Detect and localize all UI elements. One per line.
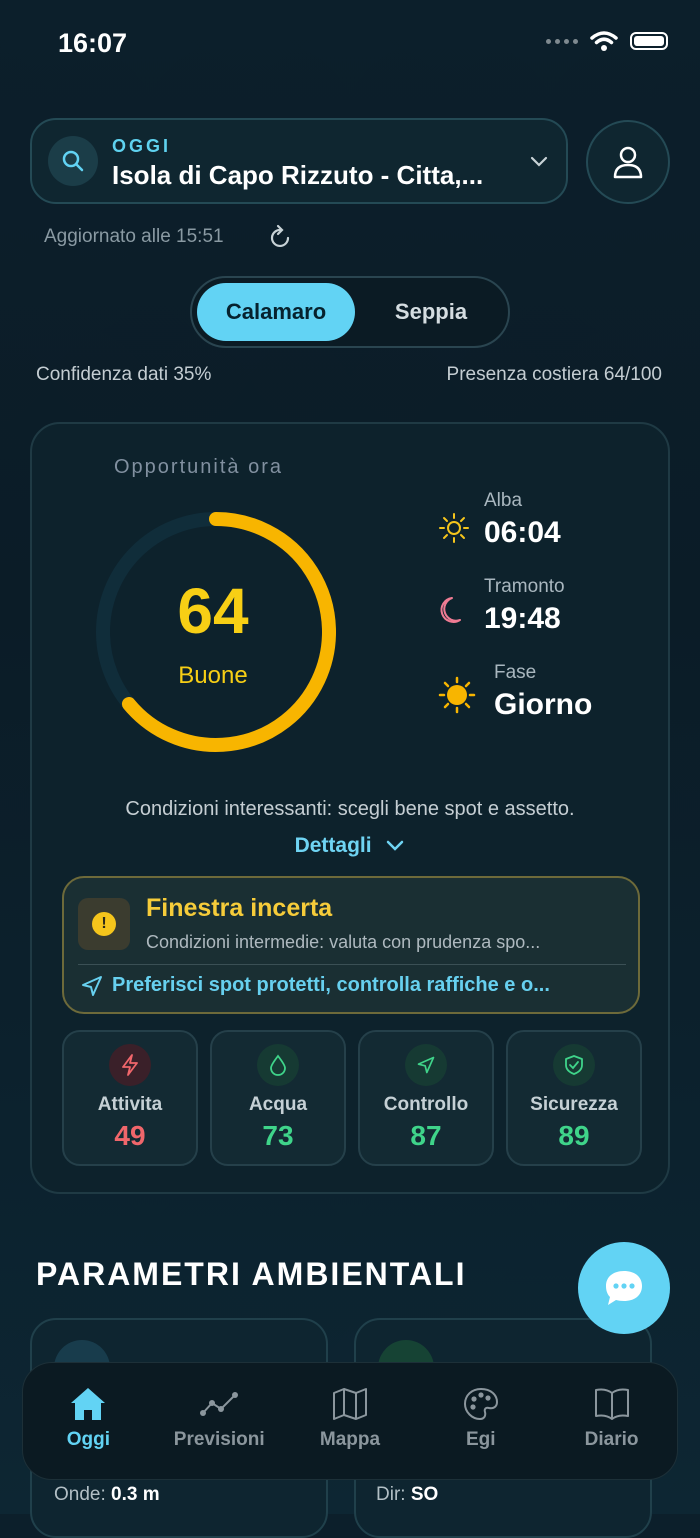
tab-bar: Oggi Previsioni Mappa Egi Diario	[22, 1362, 678, 1480]
trend-icon	[200, 1392, 239, 1416]
metric-label: Acqua	[248, 1094, 308, 1115]
warning-title: Finestra incerta	[146, 894, 333, 922]
profile-button[interactable]	[586, 120, 670, 204]
status-icons	[546, 30, 668, 52]
palette-icon	[463, 1387, 498, 1421]
species-toggle: Calamaro Seppia	[190, 276, 510, 348]
waves-reading: Onde: 0.3 m	[54, 1484, 160, 1506]
tab-label: Egi	[466, 1429, 496, 1450]
metric-value: 87	[410, 1120, 442, 1151]
metric-label: Controllo	[383, 1094, 469, 1115]
metric-value: 89	[558, 1120, 590, 1151]
tab-oggi[interactable]: Oggi	[23, 1363, 154, 1479]
phase-label: Fase	[494, 662, 537, 683]
metric-value: 73	[262, 1120, 294, 1151]
tab-seppia[interactable]: Seppia	[357, 283, 505, 341]
tab-mappa[interactable]: Mappa	[285, 1363, 416, 1479]
tab-label: Previsioni	[173, 1429, 265, 1450]
metric-acqua[interactable]: Acqua 73	[210, 1030, 346, 1166]
metric-value: 49	[114, 1120, 146, 1151]
tab-diario[interactable]: Diario	[546, 1363, 677, 1479]
conditions-text: Condizioni interessanti: scegli bene spo…	[125, 798, 575, 820]
chat-icon	[606, 1271, 642, 1305]
divider	[78, 964, 626, 965]
chevron-down-icon	[387, 841, 404, 852]
waves-label: Onde:	[54, 1484, 106, 1505]
day-label: OGGI	[112, 136, 172, 156]
metric-sicurezza[interactable]: Sicurezza 89	[506, 1030, 642, 1166]
tab-previsioni[interactable]: Previsioni	[154, 1363, 285, 1479]
tab-egi[interactable]: Egi	[415, 1363, 546, 1479]
tab-label: Oggi	[66, 1429, 111, 1450]
warning-tip: Preferisci spot protetti, controlla raff…	[112, 974, 550, 996]
metric-label: Attivita	[97, 1094, 163, 1115]
refresh-icon[interactable]	[270, 224, 292, 250]
wifi-icon	[590, 31, 618, 51]
book-icon	[594, 1388, 629, 1420]
sunset-label: Tramonto	[484, 576, 565, 597]
metric-attivita[interactable]: Attivita 49	[62, 1030, 198, 1166]
updated-time: Aggiornato alle 15:51	[44, 226, 224, 247]
tab-label: Diario	[584, 1429, 639, 1450]
location-name: Isola di Capo Rizzuto - Citta,...	[112, 160, 484, 190]
warning-icon: !	[78, 898, 130, 950]
details-label: Dettagli	[294, 834, 372, 857]
user-icon	[613, 146, 643, 179]
moon-icon	[440, 597, 461, 623]
tab-label: Mappa	[319, 1429, 381, 1450]
opportunity-score: 64	[177, 575, 249, 647]
coastal-presence: Presenza costiera 64/100	[446, 364, 662, 385]
sunset-value: 19:48	[484, 602, 561, 635]
warning-card[interactable]: ! Finestra incerta Condizioni intermedie…	[62, 876, 640, 1014]
sun-icon	[438, 676, 476, 714]
home-icon	[71, 1388, 106, 1420]
shield-icon	[553, 1044, 595, 1086]
chat-button[interactable]	[578, 1242, 670, 1334]
warning-subtitle: Condizioni intermedie: valuta con pruden…	[146, 932, 541, 952]
tab-calamaro[interactable]: Calamaro	[197, 283, 355, 341]
sunrise-value: 06:04	[484, 516, 561, 549]
location-selector[interactable]: OGGI Isola di Capo Rizzuto - Citta,...	[30, 118, 568, 204]
metric-controllo[interactable]: Controllo 87	[358, 1030, 494, 1166]
details-toggle[interactable]: Dettagli	[32, 834, 668, 858]
search-icon[interactable]	[48, 136, 98, 186]
waves-value: 0.3 m	[111, 1484, 160, 1505]
navigation-icon	[82, 976, 102, 996]
opportunity-rating: Buone	[178, 662, 248, 689]
chevron-down-icon[interactable]	[528, 150, 550, 172]
data-confidence: Confidenza dati 35%	[36, 364, 212, 385]
opportunity-label: Opportunità ora	[114, 456, 283, 478]
drop-icon	[257, 1044, 299, 1086]
direction-reading: Dir: SO	[376, 1484, 438, 1506]
signal-icon	[546, 38, 578, 44]
battery-icon	[630, 32, 668, 50]
direction-label: Dir:	[376, 1484, 406, 1505]
status-time: 16:07	[58, 28, 128, 58]
sunrise-label: Alba	[484, 490, 523, 511]
lightning-icon	[109, 1044, 151, 1086]
phase-value: Giorno	[494, 688, 593, 721]
section-title: PARAMETRI AMBIENTALI	[36, 1256, 467, 1292]
navigation-icon	[405, 1044, 447, 1086]
direction-value: SO	[410, 1484, 439, 1505]
sunrise-icon	[439, 513, 469, 543]
map-icon	[332, 1388, 367, 1420]
metric-label: Sicurezza	[530, 1094, 618, 1115]
opportunity-card: Opportunità ora 64 Buone Alba 06:04 Tram…	[30, 422, 670, 1194]
